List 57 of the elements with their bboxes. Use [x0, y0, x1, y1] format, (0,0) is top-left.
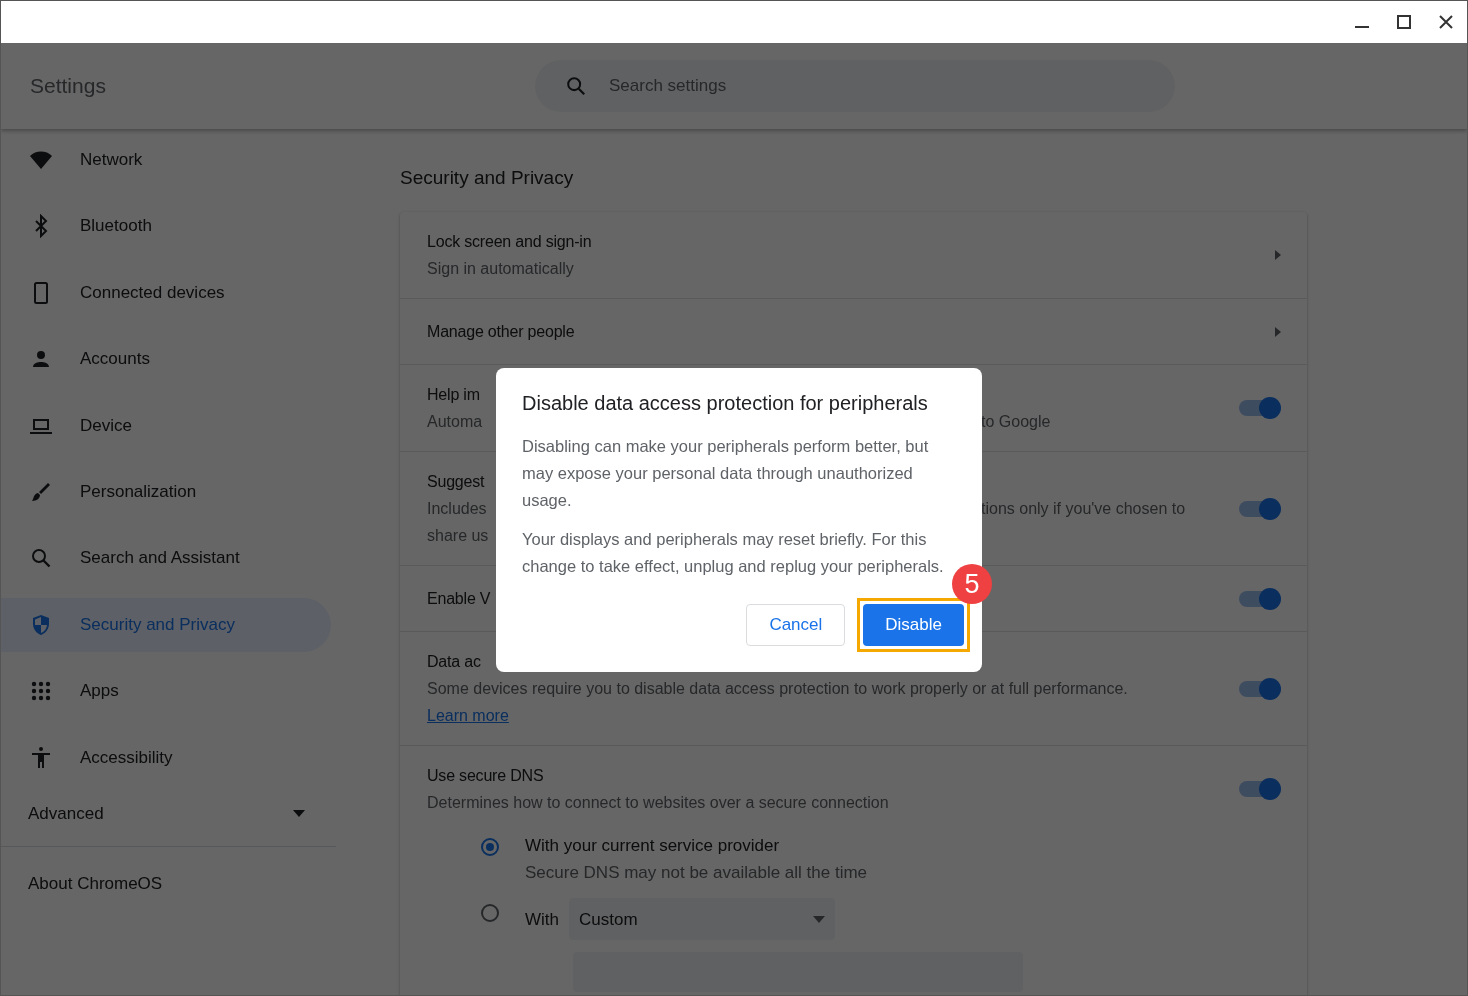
dialog-text: Disabling can make your peripherals perform better, but may expose your personal data through unauthorized usage.	[522, 436, 930, 511]
step-badge: 5	[952, 564, 992, 604]
disable-button[interactable]: Disable	[863, 604, 964, 646]
radio-button[interactable]	[481, 838, 499, 856]
sidebar-item[interactable]: Search and Assistant	[1, 531, 331, 586]
close-icon[interactable]	[1438, 14, 1454, 30]
dropdown-caret-icon	[293, 810, 305, 818]
dropdown-caret-icon	[813, 915, 825, 923]
cancel-button[interactable]: Cancel	[746, 604, 846, 646]
setting-description: Some devices require you to disable data access protection to work properly or at full performance.	[427, 680, 1128, 697]
toggle-switch[interactable]	[1239, 680, 1279, 697]
setting-title: Enable V	[427, 589, 491, 609]
sidebar-item[interactable]: Network	[1, 133, 331, 187]
setting-title: Manage other people	[427, 322, 575, 342]
setting-title: Suggest	[427, 472, 485, 492]
sidebar-item[interactable]: Accessibility	[1, 730, 331, 785]
setting-description: Automa	[427, 413, 483, 430]
toggle-switch[interactable]	[1239, 400, 1279, 416]
search-bar[interactable]: Search settings	[535, 60, 1175, 112]
sidebar-item[interactable]: Connected devices	[1, 265, 331, 320]
app-title: Settings	[30, 74, 107, 98]
sidebar-item[interactable]: Device	[1, 398, 331, 453]
sidebar-item[interactable]: Personalization	[1, 464, 331, 519]
setting-description: Includes	[427, 500, 487, 517]
setting-title: Help im	[427, 385, 480, 405]
learn-more-link[interactable]: Learn more	[427, 702, 509, 729]
option-description: Secure DNS may not be available all the time	[525, 862, 868, 884]
dialog-text: Your displays and peripherals may reset briefly. For this change to take effect, unplug and replug your peripherals.	[522, 529, 945, 577]
option-label: With	[525, 908, 559, 931]
chevron-right-icon[interactable]	[1275, 250, 1281, 260]
sidebar-item[interactable]: Bluetooth	[1, 199, 331, 254]
maximize-icon[interactable]	[1396, 14, 1412, 30]
accessibility-icon	[29, 745, 53, 770]
setting-title: Use secure DNS	[427, 766, 544, 786]
sidebar-item[interactable]: About ChromeOS	[1, 856, 331, 911]
setting-title: Lock screen and sign-in	[427, 232, 592, 252]
sidebar-item[interactable]: Accounts	[1, 332, 331, 387]
chevron-right-icon[interactable]	[1275, 326, 1281, 337]
setting-description: tions only if you've chosen to	[981, 499, 1186, 519]
page-heading: Security and Privacy	[400, 167, 575, 189]
setting-description: to Google	[981, 412, 1051, 432]
toggle-switch[interactable]	[1239, 781, 1279, 797]
setting-description: share us	[427, 527, 489, 544]
toggle-switch[interactable]	[1239, 590, 1279, 607]
sidebar-item[interactable]: Apps	[1, 664, 331, 719]
option-label: With your current service provider	[525, 835, 780, 857]
sidebar-item[interactable]: Security and Privacy	[1, 597, 331, 652]
search-icon	[565, 75, 587, 97]
setting-description: Sign in automatically	[427, 260, 574, 277]
search-input[interactable]: Search settings	[607, 75, 1111, 97]
radio-button[interactable]	[481, 904, 499, 922]
dns-provider-dropdown[interactable]: Custom	[569, 898, 835, 940]
advanced-section-toggle[interactable]: Advanced	[1, 786, 331, 841]
dialog-title: Disable data access protection for peripherals	[522, 392, 929, 415]
toggle-switch[interactable]	[1239, 500, 1279, 517]
setting-description: Determines how to connect to websites over a secure connection	[427, 794, 889, 811]
setting-title: Data ac	[427, 652, 481, 672]
